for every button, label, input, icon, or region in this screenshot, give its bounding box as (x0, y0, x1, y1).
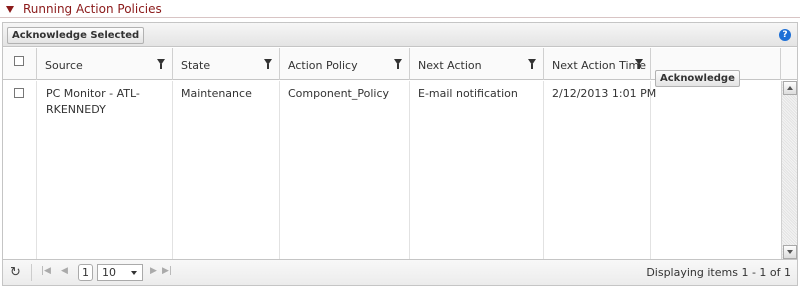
scroll-up-button[interactable] (783, 81, 797, 95)
last-page-icon[interactable]: ▶| (162, 266, 172, 276)
column-divider (280, 81, 410, 259)
page-size-select[interactable]: 10 (97, 264, 143, 281)
next-page-icon[interactable]: ▶ (150, 266, 157, 276)
filter-icon[interactable] (157, 59, 165, 69)
header-action-policy-label: Action Policy (288, 59, 358, 72)
header-action-policy[interactable]: Action Policy (280, 48, 410, 80)
grid-body: PC Monitor - ATL- RKENNEDY Maintenance C… (3, 81, 797, 259)
column-divider (544, 81, 651, 259)
previous-page-icon[interactable]: ◀ (61, 266, 68, 276)
section-header[interactable]: Running Action Policies (0, 0, 800, 18)
arrow-down-icon (787, 250, 793, 254)
scroll-down-button[interactable] (783, 245, 797, 259)
section-divider (0, 17, 800, 18)
first-page-icon[interactable]: |◀ (41, 266, 51, 276)
header-state-label: State (181, 59, 211, 72)
header-next-action-label: Next Action (418, 59, 482, 72)
cell-source-line2: RKENNEDY (46, 103, 106, 116)
header-source-label: Source (45, 59, 83, 72)
page-number-input[interactable]: 1 (78, 264, 93, 281)
row-select-checkbox[interactable] (14, 88, 24, 98)
filter-icon[interactable] (264, 59, 272, 69)
filter-icon[interactable] (635, 59, 643, 69)
cell-source-line1: PC Monitor - ATL- (46, 87, 140, 100)
filter-icon[interactable] (394, 59, 402, 69)
grid-pager: ↻ |◀ ◀ 1 10 ▶ ▶| Displaying items 1 - 1 … (3, 259, 797, 285)
column-divider (3, 81, 37, 259)
acknowledge-selected-button[interactable]: Acknowledge Selected (7, 27, 145, 44)
filter-icon[interactable] (528, 59, 536, 69)
section-title[interactable]: Running Action Policies (23, 2, 162, 16)
header-state[interactable]: State (173, 48, 280, 80)
cell-state: Maintenance (181, 87, 252, 100)
select-all-checkbox[interactable] (14, 56, 24, 66)
cell-next-action-time: 2/12/2013 1:01 PM (552, 87, 657, 100)
cell-action-policy: Component_Policy (288, 87, 390, 100)
header-next-action[interactable]: Next Action (410, 48, 544, 80)
page-size-value: 10 (102, 266, 116, 279)
column-divider (173, 81, 280, 259)
pager-divider (31, 264, 32, 281)
collapse-triangle-icon[interactable] (6, 5, 14, 13)
help-icon[interactable]: ? (779, 29, 791, 41)
cell-next-action: E-mail notification (418, 87, 518, 100)
refresh-icon[interactable]: ↻ (10, 265, 21, 280)
action-policies-grid: Acknowledge Selected ? Source State Acti… (2, 22, 798, 286)
header-next-action-time-label: Next Action Time (552, 59, 646, 72)
header-next-action-time[interactable]: Next Action Time (544, 48, 651, 80)
acknowledge-button[interactable]: Acknowledge (655, 70, 740, 87)
arrow-up-icon (787, 86, 793, 90)
header-source[interactable]: Source (37, 48, 173, 80)
items-count-text: Displaying items 1 - 1 of 1 (646, 266, 791, 279)
chevron-down-icon (131, 271, 137, 275)
column-divider (410, 81, 544, 259)
header-select-column (3, 48, 37, 80)
grid-toolbar: Acknowledge Selected ? (3, 23, 797, 47)
vertical-scrollbar[interactable] (781, 81, 797, 259)
